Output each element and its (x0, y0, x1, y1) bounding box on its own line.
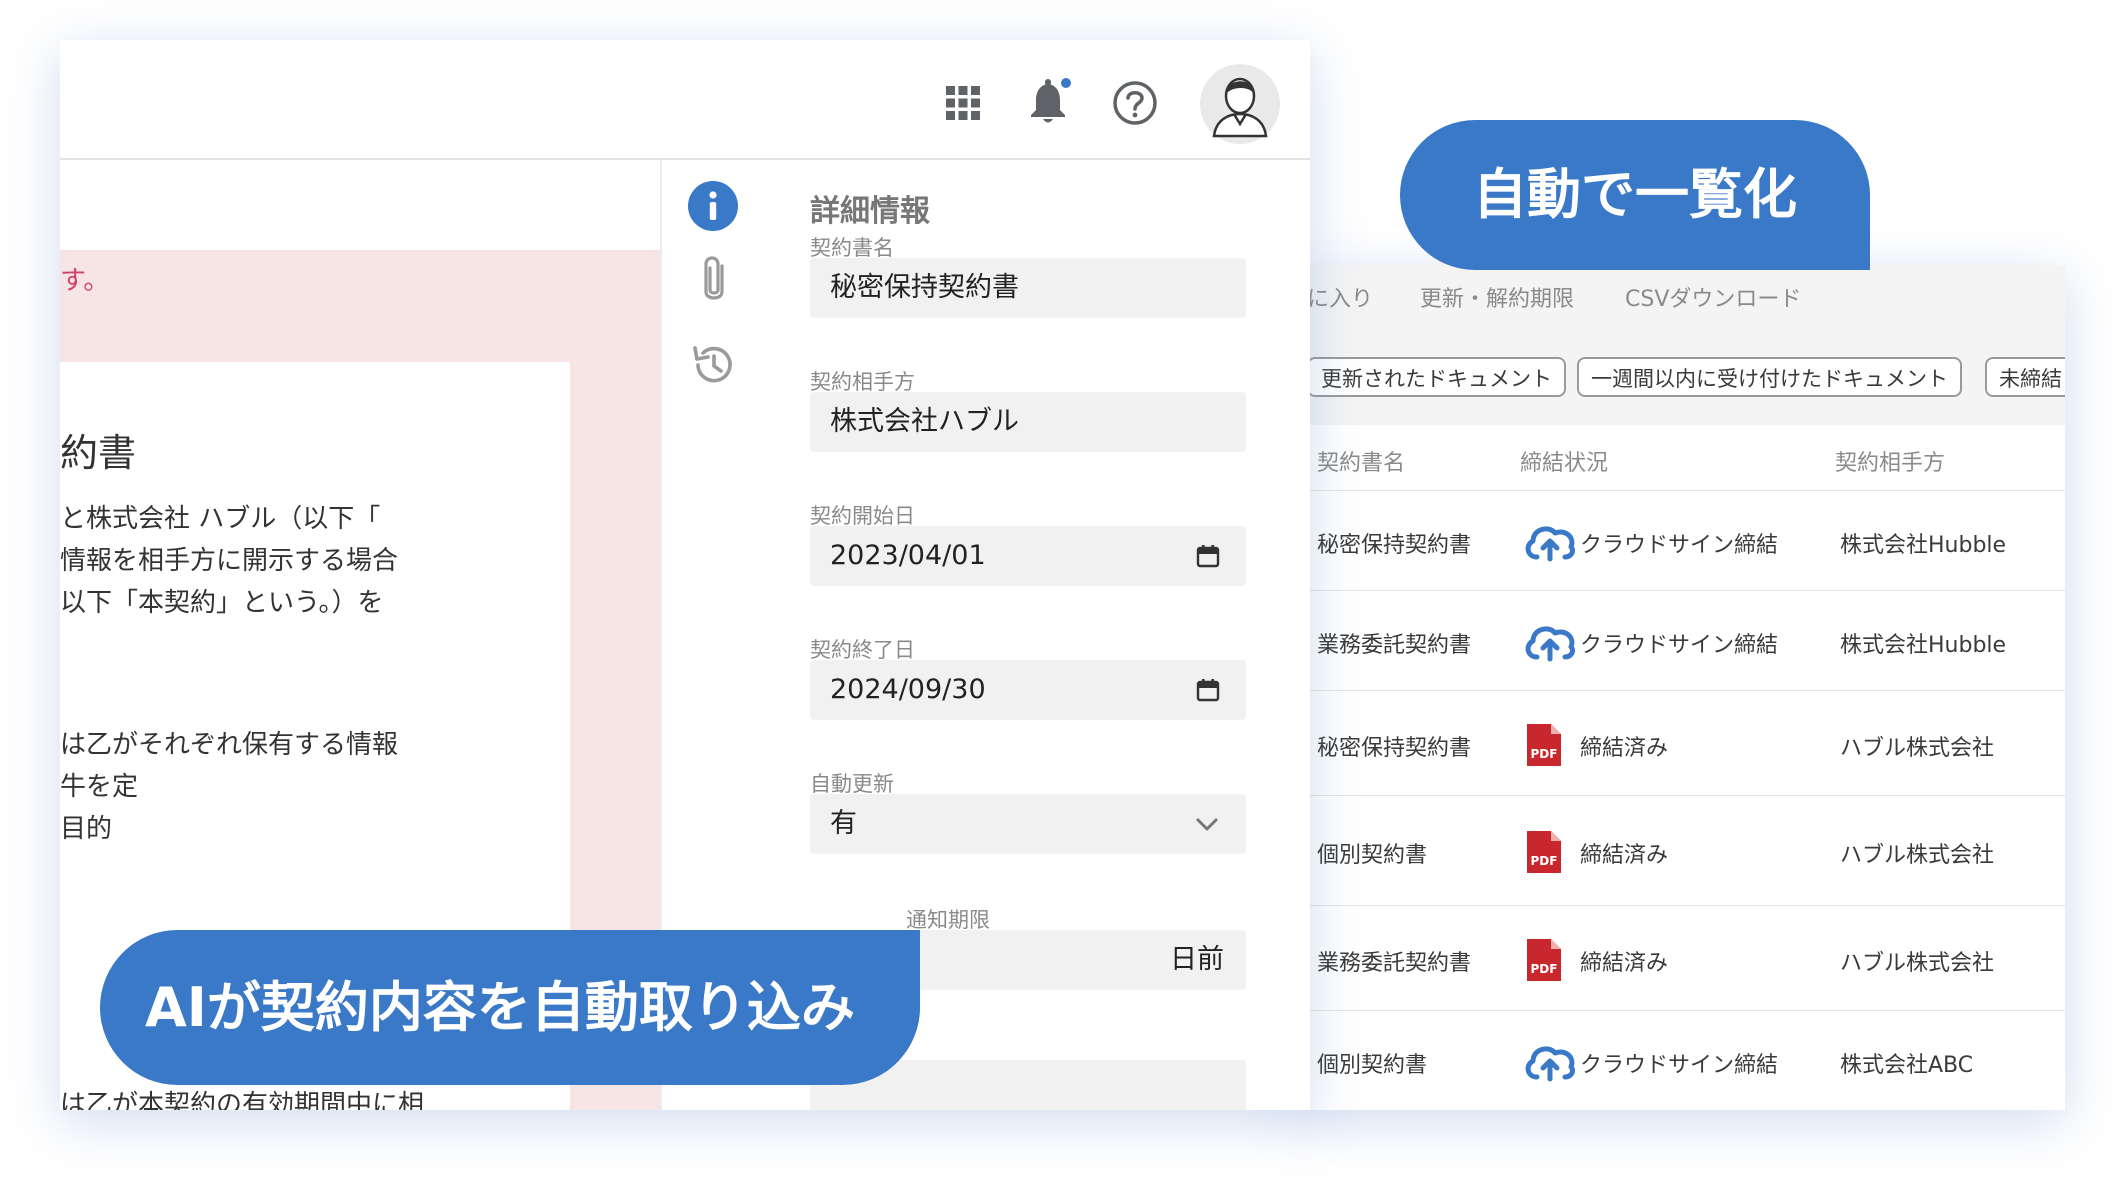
row-status: クラウドサイン締結 (1580, 1053, 1779, 1078)
detail-section-title: 詳細情報 (810, 194, 930, 229)
row-counterparty: 株式会社Hubble (1840, 533, 2007, 558)
end-date-value: 2024/09/30 (830, 674, 986, 705)
table-row[interactable]: 秘密保持契約書 PDF 締結済み ハブル株式会社 (1295, 690, 2065, 796)
row-status: クラウドサイン締結 (1580, 533, 1779, 558)
notice-period-unit: 日前 (1170, 944, 1224, 975)
callout-ai-import: AIが契約内容を自動取り込み (100, 930, 920, 1085)
history-icon[interactable] (689, 340, 739, 390)
row-contract-name: 業務委託契約書 (1317, 633, 1472, 658)
row-status: 締結済み (1580, 950, 1669, 976)
tab-csv-download[interactable]: CSVダウンロード (1625, 281, 1801, 313)
notification-bell-icon[interactable] (1028, 76, 1072, 126)
auto-renew-value: 有 (830, 808, 857, 839)
table-row[interactable]: 個別契約書 PDF 締結済み ハブル株式会社 (1295, 795, 2065, 906)
column-header-status[interactable]: 締結状況 (1520, 445, 1608, 477)
pdf-icon: PDF (1523, 937, 1563, 987)
help-icon[interactable] (1112, 80, 1158, 126)
apps-grid-icon[interactable] (944, 84, 982, 122)
row-contract-name: 個別契約書 (1317, 1053, 1428, 1078)
pdf-icon: PDF (1523, 722, 1563, 772)
contract-name-value: 秘密保持契約書 (830, 272, 1019, 303)
top-bar (60, 40, 1310, 160)
row-counterparty: 株式会社ABC (1840, 1053, 1974, 1078)
start-date-value: 2023/04/01 (830, 540, 986, 571)
counterparty-field[interactable]: 株式会社ハブル (810, 392, 1246, 452)
counterparty-value: 株式会社ハブル (830, 406, 1019, 437)
row-counterparty: ハブル株式会社 (1840, 950, 1995, 976)
calendar-icon[interactable] (1196, 678, 1220, 702)
callout-auto-list: 自動で一覧化 (1400, 120, 1870, 270)
start-date-field[interactable]: 2023/04/01 (810, 526, 1246, 586)
pdf-icon-label: PDF (1531, 747, 1558, 761)
document-line-5: 牛を定 (60, 772, 139, 802)
document-line-7: は乙が本契約の有効期間中に相 (60, 1090, 425, 1110)
user-avatar-icon[interactable] (1200, 64, 1280, 144)
end-date-field[interactable]: 2024/09/30 (810, 660, 1246, 720)
column-header-contract-name[interactable]: 契約書名 (1317, 445, 1405, 477)
row-contract-name: 秘密保持契約書 (1317, 735, 1472, 761)
document-notice-text: す。 (60, 266, 110, 296)
filter-chip-received-week[interactable]: 一週間以内に受け付けたドキュメント (1577, 357, 1962, 397)
filter-chip-updated[interactable]: 更新されたドキュメント (1307, 357, 1566, 397)
row-contract-name: 秘密保持契約書 (1317, 533, 1472, 558)
row-counterparty: ハブル株式会社 (1840, 843, 1995, 868)
pdf-icon-label: PDF (1531, 854, 1558, 868)
contract-list-panel: に入り 更新・解約期限 CSVダウンロード 更新されたドキュメント 一週間以内に… (1295, 265, 2065, 1110)
cloudsign-icon (1523, 519, 1577, 567)
tab-renewal-deadline[interactable]: 更新・解約期限 (1420, 281, 1574, 313)
document-line-3: 以下「本契約」という。）を (60, 588, 384, 618)
pdf-icon-label: PDF (1531, 962, 1558, 976)
row-status: クラウドサイン締結 (1580, 633, 1779, 658)
table-row[interactable]: 秘密保持契約書 クラウドサイン締結 株式会社Hubble (1295, 490, 2065, 591)
list-tab-bar: に入り 更新・解約期限 CSVダウンロード (1295, 265, 2065, 325)
table-row[interactable]: 業務委託契約書 PDF 締結済み ハブル株式会社 (1295, 905, 2065, 1011)
chevron-down-icon[interactable] (1194, 812, 1220, 836)
info-icon[interactable] (687, 180, 739, 232)
pdf-icon: PDF (1523, 829, 1563, 879)
table-row[interactable]: 個別契約書 クラウドサイン締結 株式会社ABC (1295, 1010, 2065, 1110)
contract-name-field[interactable]: 秘密保持契約書 (810, 258, 1246, 318)
tab-favorites[interactable]: に入り (1307, 281, 1373, 313)
row-contract-name: 個別契約書 (1317, 843, 1428, 868)
row-status: 締結済み (1580, 735, 1669, 761)
column-header-counterparty[interactable]: 契約相手方 (1835, 445, 1945, 477)
table-row[interactable]: 業務委託契約書 クラウドサイン締結 株式会社Hubble (1295, 590, 2065, 691)
row-status: 締結済み (1580, 843, 1669, 868)
document-title: 約書 (60, 431, 137, 475)
document-line-4: は乙がそれぞれ保有する情報 (60, 730, 399, 760)
attachment-icon[interactable] (694, 252, 734, 308)
document-line-6: 目的 (60, 814, 113, 844)
auto-renew-select[interactable]: 有 (810, 794, 1246, 854)
document-line-2: 情報を相手方に開示する場合 (60, 546, 399, 576)
filter-chip-unsigned[interactable]: 未締結 (1985, 357, 2065, 397)
row-counterparty: 株式会社Hubble (1840, 633, 2007, 658)
row-contract-name: 業務委託契約書 (1317, 950, 1472, 976)
cloudsign-icon (1523, 1039, 1577, 1087)
cloudsign-icon (1523, 619, 1577, 667)
document-line-1: と株式会社 ハブル（以下「 (60, 504, 381, 534)
row-counterparty: ハブル株式会社 (1840, 735, 1995, 761)
calendar-icon[interactable] (1196, 544, 1220, 568)
